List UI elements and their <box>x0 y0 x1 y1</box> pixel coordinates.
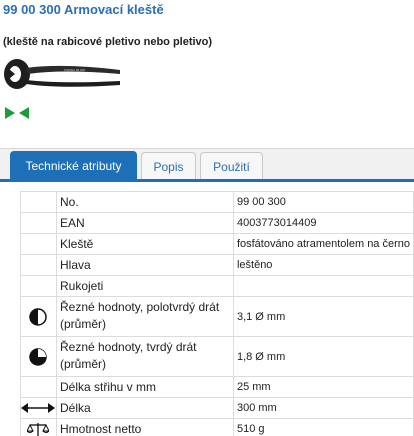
tab-usage[interactable]: Použití <box>200 152 263 180</box>
attribute-name: Hmotnost netto <box>55 418 234 436</box>
table-row: Kleště fosfátováno atramentolem na černo <box>20 233 414 255</box>
attribute-name: Řezné hodnoty, polotvrdý drát (průměr) <box>55 296 234 337</box>
table-row: Rukojeti <box>20 275 414 297</box>
attribute-value: leštěno <box>232 254 414 276</box>
three-quarter-circle-icon <box>29 347 48 366</box>
pliers-image: KNIPEX 99 300 <box>4 59 120 89</box>
product-title: 99 00 300 Armovací kleště <box>3 2 164 17</box>
table-row: Hmotnost netto 510 g <box>20 418 414 436</box>
green-double-triangle-icon <box>5 107 29 119</box>
length-arrow-icon <box>21 403 56 413</box>
pliers-engraving: KNIPEX 99 300 <box>64 68 85 72</box>
attribute-value: fosfátováno atramentolem na černo <box>232 233 414 255</box>
attribute-name: Řezné hodnoty, tvrdý drát (průměr) <box>55 336 234 377</box>
attribute-name: Délka střihu v mm <box>55 376 234 398</box>
attribute-value: 99 00 300 <box>232 191 414 213</box>
table-row: Hlava leštěno <box>20 254 414 276</box>
attributes-table: No. 99 00 300 EAN 4003773014409 Kleště f… <box>20 191 414 436</box>
attribute-value: 300 mm <box>232 397 414 419</box>
attribute-name: Délka <box>55 397 234 419</box>
attribute-name: EAN <box>55 212 234 234</box>
attribute-value: 25 mm <box>232 376 414 398</box>
table-row: No. 99 00 300 <box>20 191 414 213</box>
product-subtitle: (kleště na rabicové pletivo nebo pletivo… <box>3 36 213 48</box>
table-row: Řezné hodnoty, tvrdý drát (průměr) 1,8 Ø… <box>20 336 414 377</box>
attribute-name: Kleště <box>55 233 234 255</box>
half-circle-icon <box>29 307 48 326</box>
table-row: Délka střihu v mm 25 mm <box>20 376 414 398</box>
attribute-value: 1,8 Ø mm <box>232 336 414 377</box>
attribute-value: 4003773014409 <box>232 212 414 234</box>
scale-icon <box>27 423 50 436</box>
attribute-name: No. <box>55 191 234 213</box>
attribute-name: Rukojeti <box>55 275 234 297</box>
attribute-name: Hlava <box>55 254 234 276</box>
attribute-value <box>232 275 414 297</box>
table-row: Řezné hodnoty, polotvrdý drát (průměr) 3… <box>20 296 414 337</box>
table-row: EAN 4003773014409 <box>20 212 414 234</box>
tab-underline <box>0 179 414 182</box>
tab-technical-attributes[interactable]: Technické atributy <box>10 151 137 181</box>
attribute-value: 3,1 Ø mm <box>232 296 414 337</box>
table-row: Délka 300 mm <box>20 397 414 419</box>
attribute-value: 510 g <box>232 418 414 436</box>
tab-description[interactable]: Popis <box>141 152 196 180</box>
